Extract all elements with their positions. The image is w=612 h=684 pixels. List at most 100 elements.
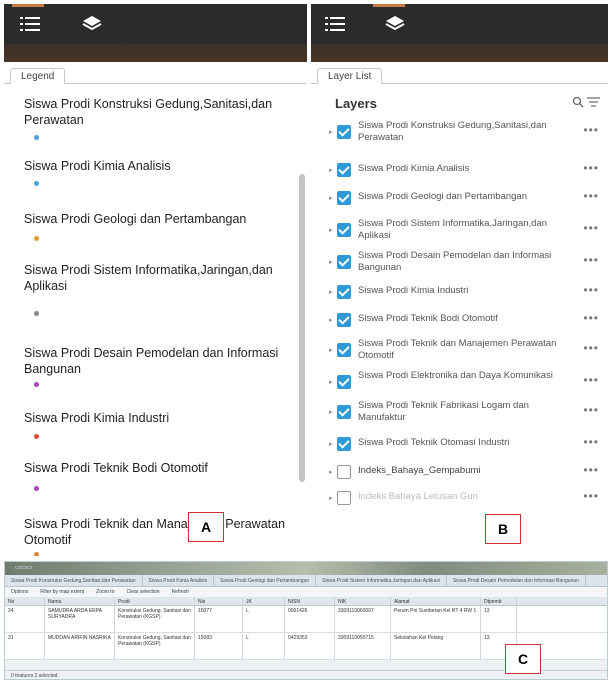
- layer-row[interactable]: ▸ Siswa Prodi Teknik Bodi Otomotif •••: [329, 308, 599, 336]
- more-options-icon[interactable]: •••: [583, 435, 599, 449]
- tab-layer-list[interactable]: Layer List: [317, 68, 383, 85]
- table-cell: L: [243, 633, 285, 659]
- layers-icon[interactable]: [82, 15, 102, 33]
- layer-row[interactable]: ▸ Siswa Prodi Teknik dan Manajemen Perawa…: [329, 338, 599, 366]
- attribute-tab[interactable]: Siswa Prodi Sistem Informatika,Jaringan,…: [316, 575, 447, 586]
- expand-caret-icon[interactable]: ▸: [329, 166, 333, 174]
- layer-visibility-checkbox[interactable]: [337, 343, 351, 357]
- layer-row[interactable]: ▸ Siswa Prodi Desain Pemodelan dan Inform…: [329, 250, 599, 278]
- layer-row[interactable]: ▸ Siswa Prodi Teknik Fabrikasi Logam dan …: [329, 400, 599, 428]
- more-options-icon[interactable]: •••: [583, 341, 599, 355]
- layer-row[interactable]: ▸ Siswa Prodi Sistem Informatika,Jaringan…: [329, 218, 599, 246]
- expand-caret-icon[interactable]: ▸: [329, 468, 333, 476]
- layer-row[interactable]: ▸ Siswa Prodi Kimia Analisis •••: [329, 158, 599, 186]
- more-options-icon[interactable]: •••: [583, 253, 599, 267]
- table-cell: SAMUDRA ARDA ERPA SURYADRA: [45, 606, 115, 632]
- legend-list-icon[interactable]: [20, 15, 40, 33]
- layer-row[interactable]: ▸ Siswa Prodi Teknik Otomasi Industri •••: [329, 432, 599, 460]
- legend-item-label: Siswa Prodi Teknik dan Manajemen Perawat…: [24, 517, 286, 547]
- layer-visibility-checkbox[interactable]: [337, 405, 351, 419]
- attribute-tab[interactable]: Siswa Prodi Konstruksi Gedung,Sanitasi,d…: [5, 575, 143, 586]
- annotation-marker-c: C: [505, 644, 541, 674]
- layer-list-tab-row: Layer List: [311, 62, 608, 85]
- layer-visibility-checkbox[interactable]: [337, 465, 351, 479]
- expand-caret-icon[interactable]: ▸: [329, 288, 333, 296]
- right-toolbar: [311, 4, 608, 44]
- layer-visibility-checkbox[interactable]: [337, 125, 351, 139]
- attribute-tab[interactable]: Siswa Prodi Geologi dan Pertambangan: [214, 575, 317, 586]
- expand-caret-icon[interactable]: ▸: [329, 440, 333, 448]
- more-options-icon[interactable]: •••: [583, 489, 599, 503]
- layer-visibility-checkbox[interactable]: [337, 223, 351, 237]
- more-options-icon[interactable]: •••: [583, 463, 599, 477]
- layers-icon[interactable]: [385, 15, 405, 33]
- more-options-icon[interactable]: •••: [583, 403, 599, 417]
- table-action-button[interactable]: Filter by map extent: [40, 589, 84, 595]
- expand-caret-icon[interactable]: ▸: [329, 316, 333, 324]
- legend-item-label: Siswa Prodi Kimia Industri: [24, 411, 170, 425]
- attribute-tab[interactable]: Siswa Prodi Kimia Analisis: [143, 575, 215, 586]
- table-action-button[interactable]: Zoom to: [96, 589, 114, 595]
- legend-tab-row: Legend: [4, 62, 307, 85]
- layer-label: Indeks Bahaya Letusan Gun: [358, 491, 478, 502]
- more-options-icon[interactable]: •••: [583, 189, 599, 203]
- expand-caret-icon[interactable]: ▸: [329, 226, 333, 234]
- more-options-icon[interactable]: •••: [583, 221, 599, 235]
- legend-item-label: Siswa Prodi Kimia Analisis: [24, 159, 171, 173]
- layer-row[interactable]: ▸ Siswa Prodi Kimia Industri •••: [329, 280, 599, 308]
- column-header[interactable]: NISN: [285, 597, 335, 605]
- search-icon[interactable]: [572, 96, 584, 108]
- attribute-tab[interactable]: Siswa Prodi Desain Pemodelan dan Informa…: [447, 575, 586, 586]
- column-header[interactable]: Nis: [195, 597, 243, 605]
- column-header[interactable]: Alamat: [391, 597, 481, 605]
- filter-list-icon[interactable]: [587, 96, 600, 108]
- legend-list-icon[interactable]: [325, 15, 345, 33]
- layer-row[interactable]: ▸ Indeks_Bahaya_Gempabumi •••: [329, 460, 599, 488]
- layer-row[interactable]: ▸ Indeks Bahaya Letusan Gun •••: [329, 486, 599, 514]
- column-header[interactable]: JK: [243, 597, 285, 605]
- more-options-icon[interactable]: •••: [583, 283, 599, 297]
- more-options-icon[interactable]: •••: [583, 373, 599, 387]
- expand-caret-icon[interactable]: ▸: [329, 194, 333, 202]
- table-cell: 24: [5, 606, 45, 632]
- layer-label: Siswa Prodi Teknik dan Manajemen Perawat…: [358, 338, 557, 361]
- more-options-icon[interactable]: •••: [583, 161, 599, 175]
- layer-row[interactable]: ▸ Siswa Prodi Elektronika dan Daya Komuni…: [329, 370, 599, 398]
- layer-visibility-checkbox[interactable]: [337, 163, 351, 177]
- layer-row[interactable]: ▸ Siswa Prodi Konstruksi Gedung,Sanitasi,…: [329, 120, 599, 148]
- layer-visibility-checkbox[interactable]: [337, 491, 351, 505]
- column-header[interactable]: No: [5, 597, 45, 605]
- table-action-button[interactable]: Refresh: [172, 589, 190, 595]
- layer-row[interactable]: ▸ Siswa Prodi Geologi dan Pertambangan •••: [329, 186, 599, 214]
- legend-symbol-dot: [34, 236, 39, 241]
- expand-caret-icon[interactable]: ▸: [329, 346, 333, 354]
- table-row[interactable]: 24 SAMUDRA ARDA ERPA SURYADRA Konstruksi G…: [5, 606, 607, 633]
- table-cell: 15083: [195, 633, 243, 659]
- more-options-icon[interactable]: •••: [583, 123, 599, 137]
- expand-caret-icon[interactable]: ▸: [329, 494, 333, 502]
- layer-visibility-checkbox[interactable]: [337, 313, 351, 327]
- layer-visibility-checkbox[interactable]: [337, 437, 351, 451]
- column-header[interactable]: Nama: [45, 597, 115, 605]
- table-cell: 3309110060007: [335, 606, 391, 632]
- expand-caret-icon[interactable]: ▸: [329, 408, 333, 416]
- legend-scrollbar[interactable]: [299, 174, 305, 482]
- column-header[interactable]: Prodi: [115, 597, 195, 605]
- layer-visibility-checkbox[interactable]: [337, 191, 351, 205]
- legend-item-label: Siswa Prodi Desain Pemodelan dan Informa…: [24, 346, 279, 376]
- expand-caret-icon[interactable]: ▸: [329, 258, 333, 266]
- column-header[interactable]: Dtpemb: [481, 597, 517, 605]
- layer-visibility-checkbox[interactable]: [337, 375, 351, 389]
- layer-visibility-checkbox[interactable]: [337, 285, 351, 299]
- table-action-button[interactable]: Options: [11, 589, 28, 595]
- layer-visibility-checkbox[interactable]: [337, 255, 351, 269]
- expand-caret-icon[interactable]: ▸: [329, 128, 333, 136]
- column-header[interactable]: NIK: [335, 597, 391, 605]
- table-action-button[interactable]: Clear selection: [126, 589, 159, 595]
- active-accent: [373, 4, 405, 7]
- more-options-icon[interactable]: •••: [583, 311, 599, 325]
- expand-caret-icon[interactable]: ▸: [329, 378, 333, 386]
- layer-label: Siswa Prodi Teknik Bodi Otomotif: [358, 313, 498, 324]
- tab-legend[interactable]: Legend: [10, 68, 66, 85]
- attribute-table-tabs: Siswa Prodi Konstruksi Gedung,Sanitasi,d…: [5, 575, 607, 587]
